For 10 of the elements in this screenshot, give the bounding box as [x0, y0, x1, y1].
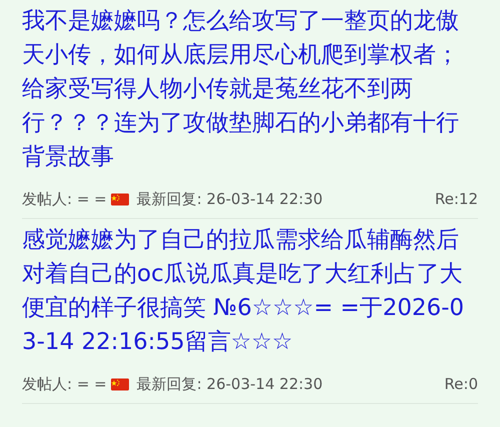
flag-icon: [110, 192, 129, 206]
reply-count: Re:12: [434, 188, 478, 210]
author-label: 发帖人: = =: [22, 374, 107, 395]
latest-reply-label: 最新回复: 26-03-14 22:30: [136, 374, 323, 395]
flag-icon: [110, 378, 129, 390]
post-title[interactable]: 我不是嬷嬷吗？怎么给攻写了一整页的龙傲天小传，如何从底层用尽心机爬到掌权者；给家受写得人物小传就是菟丝花不到两行？？？连为了攻做垫脚石的小弟都有十行背景故事: [22, 4, 478, 174]
post-title[interactable]: 感觉嬷嬷为了自己的拉瓜需求给瓜辅酶然后对着自己的oc瓜说瓜真是吃了大红利占了大便宜的样子很搞笑 №6☆☆☆= =于2026-03-14 22:16:55留言☆☆☆: [22, 223, 478, 359]
reply-count: Re:0: [444, 374, 478, 395]
latest-reply-label: 最新回复: 26-03-14 22:30: [136, 188, 323, 210]
author-label: 发帖人: = =: [22, 188, 107, 210]
